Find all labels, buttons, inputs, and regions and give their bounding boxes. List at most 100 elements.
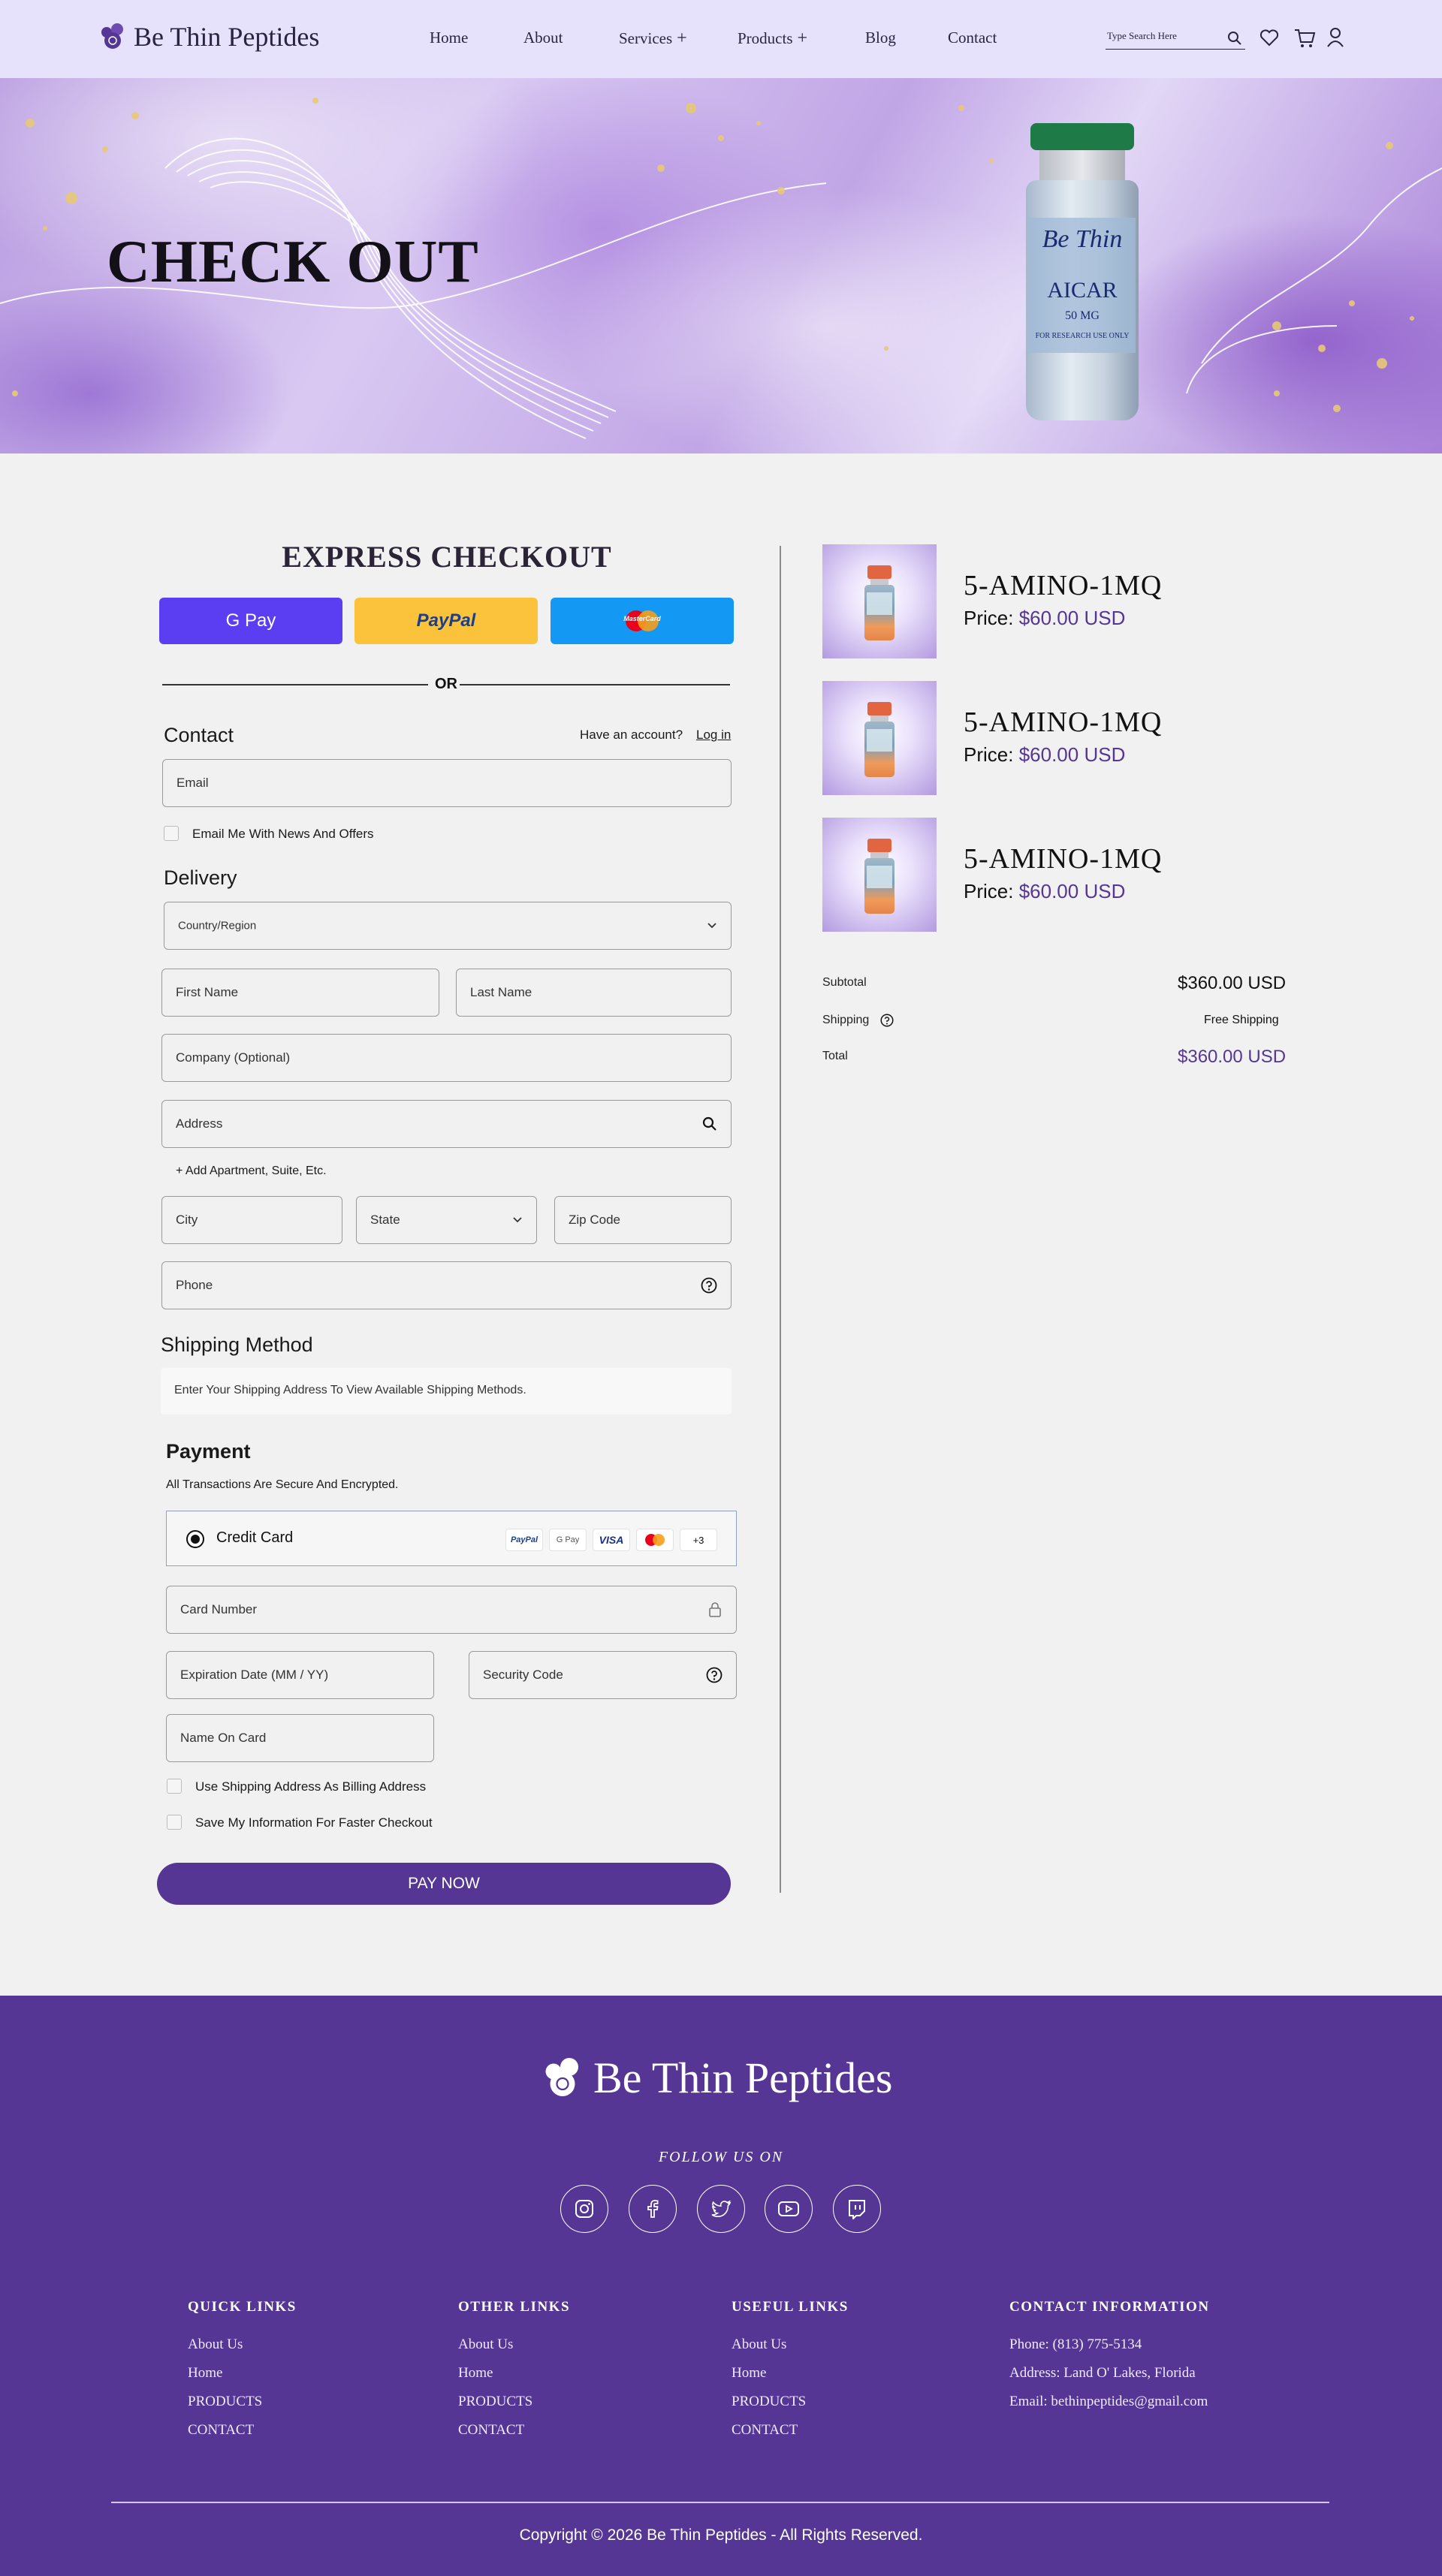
help-icon[interactable]	[701, 1277, 717, 1294]
last-name-field[interactable]: Last Name	[456, 969, 732, 1017]
search-icon[interactable]	[1227, 31, 1242, 46]
help-icon[interactable]	[880, 1014, 894, 1027]
state-select[interactable]: State	[356, 1196, 537, 1244]
price-amount: $60.00 USD	[1018, 743, 1126, 766]
first-name-field[interactable]: First Name	[161, 969, 439, 1017]
first-name-placeholder: First Name	[176, 985, 239, 999]
vial-thumbnail	[864, 702, 894, 777]
pay-now-label: PAY NOW	[408, 1875, 480, 1892]
help-icon[interactable]	[706, 1667, 723, 1683]
nav-about[interactable]: About	[523, 29, 563, 47]
address-field[interactable]: Address	[161, 1100, 732, 1148]
delivery-heading: Delivery	[164, 866, 237, 889]
card-number-placeholder: Card Number	[180, 1602, 258, 1616]
footer-link-about[interactable]: About Us	[188, 2336, 243, 2353]
phone-field[interactable]: Phone	[161, 1261, 732, 1309]
logo-icon	[545, 2057, 578, 2096]
payment-secure-note: All Transactions Are Secure And Encrypte…	[166, 1478, 399, 1491]
brand-name: Be Thin Peptides	[134, 22, 320, 52]
footer-link-products[interactable]: PRODUCTS	[458, 2394, 532, 2410]
footer-link-products[interactable]: PRODUCTS	[188, 2394, 262, 2410]
company-field[interactable]: Company (Optional)	[161, 1034, 732, 1082]
column-divider	[780, 546, 781, 1893]
twitter-link[interactable]	[697, 2185, 745, 2233]
footer-link-home[interactable]: Home	[732, 2365, 766, 2382]
zip-code-field[interactable]: Zip Code	[554, 1196, 732, 1244]
express-checkout-title: EXPRESS CHECKOUT	[282, 540, 612, 574]
shipping-method-note: Enter Your Shipping Address To View Avai…	[174, 1384, 526, 1396]
security-code-field[interactable]: Security Code	[469, 1651, 737, 1699]
contact-email[interactable]: Email: bethinpeptides@gmail.com	[1009, 2394, 1208, 2410]
have-account-text: Have an account?	[580, 728, 683, 742]
nav-products[interactable]: Products +	[738, 29, 807, 49]
heart-icon[interactable]	[1259, 27, 1280, 48]
vial-name: AICAR	[1047, 278, 1118, 303]
other-links-heading: OTHER LINKS	[458, 2299, 571, 2315]
cart-icon[interactable]	[1293, 27, 1316, 50]
footer-link-about[interactable]: About Us	[458, 2336, 513, 2353]
cart-item-image	[822, 818, 937, 932]
chevron-down-icon	[707, 923, 716, 929]
shipping-label: Shipping	[822, 1014, 870, 1026]
total-label: Total	[822, 1050, 848, 1062]
footer-link-contact[interactable]: CONTACT	[188, 2422, 254, 2439]
product-vial-image: Be Thin AICAR 50 MG FOR RESEARCH USE ONL…	[1026, 123, 1139, 423]
add-apartment-link[interactable]: + Add Apartment, Suite, Etc.	[176, 1164, 327, 1178]
nav-contact[interactable]: Contact	[948, 29, 997, 47]
nav-home[interactable]: Home	[430, 29, 468, 47]
city-field[interactable]: City	[161, 1196, 342, 1244]
footer-link-about[interactable]: About Us	[732, 2336, 786, 2353]
user-icon[interactable]	[1326, 27, 1344, 48]
zip-code-placeholder: Zip Code	[569, 1213, 620, 1227]
price-amount: $60.00 USD	[1018, 880, 1126, 902]
quick-links-heading: QUICK LINKS	[188, 2299, 297, 2315]
subtotal-value: $360.00 USD	[1178, 973, 1287, 993]
brand-logo[interactable]: Be Thin Peptides	[99, 21, 319, 53]
nav-products-label: Products	[738, 29, 793, 47]
google-pay-button[interactable]: G Pay	[159, 598, 342, 644]
card-number-field[interactable]: Card Number	[166, 1586, 737, 1634]
footer-link-home[interactable]: Home	[188, 2365, 222, 2382]
youtube-link[interactable]	[765, 2185, 813, 2233]
price-label: Price:	[964, 743, 1014, 766]
footer-brand-logo[interactable]: Be Thin Peptides	[542, 2053, 892, 2103]
pay-now-button[interactable]: PAY NOW	[157, 1863, 731, 1905]
expiration-field[interactable]: Expiration Date (MM / YY)	[166, 1651, 434, 1699]
price-label: Price:	[964, 607, 1014, 629]
footer-link-home[interactable]: Home	[458, 2365, 493, 2382]
name-on-card-field[interactable]: Name On Card	[166, 1714, 434, 1762]
vial-brand: Be Thin	[1042, 225, 1123, 253]
plus-icon: +	[797, 29, 808, 48]
login-link[interactable]: Log in	[696, 728, 731, 743]
billing-same-checkbox[interactable]	[167, 1779, 182, 1794]
cart-item-image	[822, 681, 937, 795]
instagram-link[interactable]	[560, 2185, 608, 2233]
facebook-link[interactable]	[629, 2185, 677, 2233]
footer-divider	[111, 2502, 1329, 2503]
city-placeholder: City	[176, 1213, 198, 1227]
footer-link-contact[interactable]: CONTACT	[732, 2422, 798, 2439]
twitch-link[interactable]	[833, 2185, 881, 2233]
useful-links-heading: USEFUL LINKS	[732, 2299, 849, 2315]
search-input[interactable]: Type Search Here	[1106, 27, 1245, 50]
footer-link-contact[interactable]: CONTACT	[458, 2422, 524, 2439]
mastercard-button[interactable]: MasterCard	[551, 598, 734, 644]
credit-card-radio[interactable]	[186, 1530, 204, 1548]
or-separator: OR	[435, 676, 457, 692]
search-icon[interactable]	[702, 1116, 717, 1131]
country-select[interactable]: Country/Region	[164, 902, 732, 950]
paypal-button[interactable]: PayPal	[354, 598, 538, 644]
email-field[interactable]: Email	[162, 759, 732, 807]
save-info-checkbox[interactable]	[167, 1815, 182, 1830]
email-offers-checkbox[interactable]	[164, 826, 179, 841]
credit-card-option[interactable]: Credit Card PayPal G Pay VISA +3	[166, 1511, 737, 1566]
nav-services[interactable]: Services +	[619, 29, 687, 49]
footer-link-products[interactable]: PRODUCTS	[732, 2394, 806, 2410]
facebook-icon	[647, 2200, 659, 2218]
mastercard-label: MasterCard	[623, 615, 661, 622]
price-label: Price:	[964, 880, 1014, 902]
nav-blog[interactable]: Blog	[865, 29, 896, 47]
shipping-value: Free Shipping	[1204, 1014, 1279, 1026]
vial-neck	[1039, 150, 1125, 180]
contact-phone[interactable]: Phone: (813) 775-5134	[1009, 2336, 1142, 2353]
